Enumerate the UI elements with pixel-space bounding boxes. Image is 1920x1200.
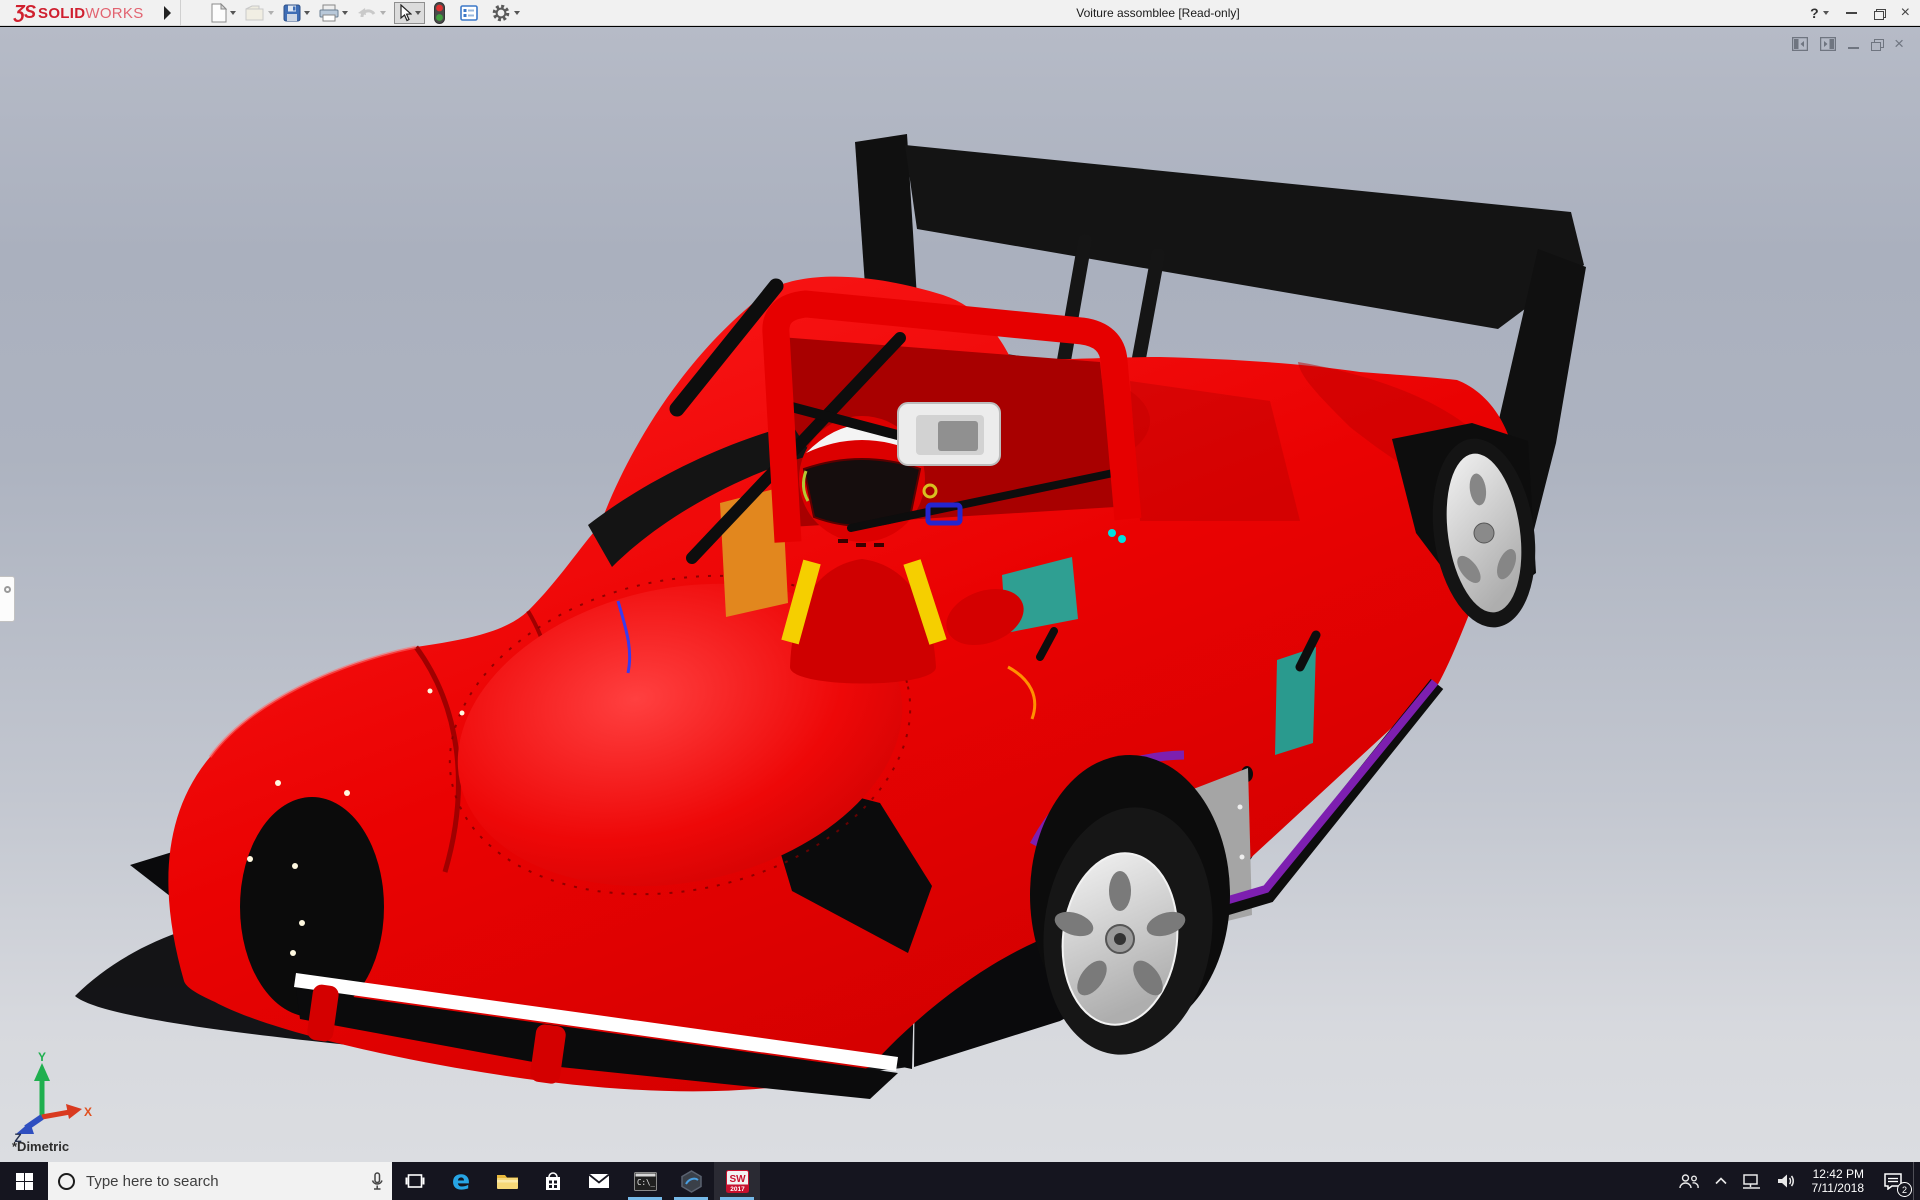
taskbar-edrawings-button[interactable]: [668, 1162, 714, 1200]
notification-badge: 2: [1897, 1182, 1912, 1197]
help-button[interactable]: ?: [1810, 5, 1829, 21]
app-window-controls: ? ×: [1810, 0, 1910, 26]
title-bar: ƷS SOLID WORKS Voiture assomblee [Read-o…: [0, 0, 1920, 26]
help-dropdown-caret[interactable]: [1822, 11, 1829, 15]
open-icon: [245, 5, 264, 21]
rebuild-button[interactable]: [433, 2, 446, 24]
orientation-triad: Y X Z: [14, 1051, 92, 1143]
save-button[interactable]: [282, 2, 311, 24]
taskbar-file-explorer-button[interactable]: [484, 1162, 530, 1200]
solidworks-2017-icon: SW2017: [725, 1169, 749, 1193]
store-icon: [546, 1171, 560, 1190]
task-view-button[interactable]: [392, 1162, 438, 1200]
taskbar-mail-button[interactable]: [576, 1162, 622, 1200]
svg-text:C:\_: C:\_: [637, 1178, 656, 1187]
minimize-button[interactable]: [1845, 12, 1857, 14]
network-icon: [1742, 1173, 1760, 1189]
new-document-icon: [211, 3, 227, 23]
select-cursor-icon: [400, 4, 412, 22]
print-button[interactable]: [318, 2, 349, 24]
network-button[interactable]: [1735, 1162, 1769, 1200]
toolbar-separator: [180, 0, 181, 26]
svg-text:SW: SW: [729, 1174, 746, 1185]
side-vent-teal: [1275, 647, 1316, 755]
edrawings-hexagon-icon: [680, 1169, 702, 1193]
rebuild-traffic-light-icon: [434, 2, 445, 24]
undo-icon: [358, 8, 376, 18]
options-dropdown-caret[interactable]: [514, 11, 520, 15]
cortana-icon: [58, 1172, 75, 1190]
edge-icon: e: [451, 1165, 471, 1196]
close-button[interactable]: ×: [1901, 5, 1910, 21]
start-button[interactable]: [0, 1162, 48, 1200]
volume-icon: [1777, 1174, 1794, 1188]
windows-logo-icon: [15, 1172, 33, 1190]
select-tool-button[interactable]: [394, 2, 425, 24]
save-dropdown-caret[interactable]: [304, 11, 310, 15]
solidworks-logo-mark: ƷS: [14, 2, 36, 22]
new-document-button[interactable]: [210, 2, 237, 24]
open-dropdown-caret: [268, 11, 274, 15]
save-icon: [283, 4, 301, 22]
print-icon: [319, 4, 339, 22]
command-prompt-icon: C:\_: [633, 1171, 657, 1191]
options-button[interactable]: [490, 2, 521, 24]
hidden-icons-button[interactable]: [1707, 1162, 1735, 1200]
taskbar-store-button[interactable]: [530, 1162, 576, 1200]
system-tray: 12:42 PM 7/11/2018 2: [1671, 1162, 1920, 1200]
taskbar-edge-button[interactable]: e: [438, 1162, 484, 1200]
view-orientation-label: *Dimetric: [12, 1139, 70, 1154]
document-title: Voiture assomblee [Read-only]: [1076, 6, 1240, 20]
select-dropdown-caret[interactable]: [415, 11, 421, 15]
svg-text:2017: 2017: [730, 1186, 745, 1193]
action-center-button[interactable]: 2: [1873, 1162, 1913, 1200]
doc-restore-button[interactable]: [1871, 38, 1885, 51]
people-icon: [1678, 1173, 1699, 1188]
race-car-model[interactable]: [0, 27, 1920, 1162]
people-button[interactable]: [1671, 1162, 1707, 1200]
taskbar-command-prompt-button[interactable]: C:\_: [622, 1162, 668, 1200]
display-pane-button[interactable]: [459, 2, 479, 24]
document-window-controls: ×: [1792, 35, 1904, 52]
graphics-viewport[interactable]: × Y X Z *Dimetric: [0, 27, 1920, 1162]
chevron-up-icon: [1714, 1177, 1727, 1185]
solidworks-logo: ƷS SOLID WORKS: [14, 2, 144, 22]
restore-button[interactable]: [1873, 8, 1886, 20]
mail-icon: [588, 1173, 610, 1188]
triad-y-label: Y: [38, 1051, 46, 1064]
file-explorer-icon: [496, 1174, 518, 1189]
options-gear-icon: [492, 4, 510, 22]
print-dropdown-caret[interactable]: [342, 11, 348, 15]
taskbar-search[interactable]: [48, 1162, 392, 1200]
feature-panel-tab[interactable]: [0, 576, 15, 622]
quick-access-toolbar: [210, 2, 528, 24]
undo-button[interactable]: [356, 2, 387, 24]
doc-minimize-button[interactable]: [1848, 46, 1860, 49]
doc-close-button[interactable]: ×: [1894, 35, 1904, 52]
taskbar-clock[interactable]: 12:42 PM 7/11/2018: [1803, 1162, 1874, 1200]
dock-pane-left-icon[interactable]: [1792, 36, 1809, 51]
rear-view-mirror: [897, 402, 1001, 466]
tray-date: 7/11/2018: [1811, 1181, 1865, 1195]
volume-button[interactable]: [1769, 1162, 1803, 1200]
triad-x-label: X: [84, 1105, 92, 1119]
new-dropdown-caret[interactable]: [230, 11, 236, 15]
dock-pane-right-icon[interactable]: [1820, 36, 1837, 51]
task-view-icon: [405, 1174, 425, 1188]
windows-taskbar: e C:\_ SW2017 12:42 PM7/11/2018: [0, 1162, 1920, 1200]
taskbar-solidworks-button[interactable]: SW 2017: [714, 1162, 760, 1200]
microphone-icon[interactable]: [370, 1171, 384, 1191]
show-desktop-button[interactable]: [1913, 1162, 1920, 1200]
open-button[interactable]: [244, 2, 275, 24]
panel-tab-handle: [3, 586, 11, 593]
menu-flyout-arrow[interactable]: [164, 6, 171, 20]
search-input[interactable]: [86, 1172, 336, 1190]
tray-time: 12:42 PM: [1812, 1167, 1864, 1181]
undo-dropdown-caret: [380, 11, 386, 15]
display-pane-icon: [460, 5, 478, 21]
